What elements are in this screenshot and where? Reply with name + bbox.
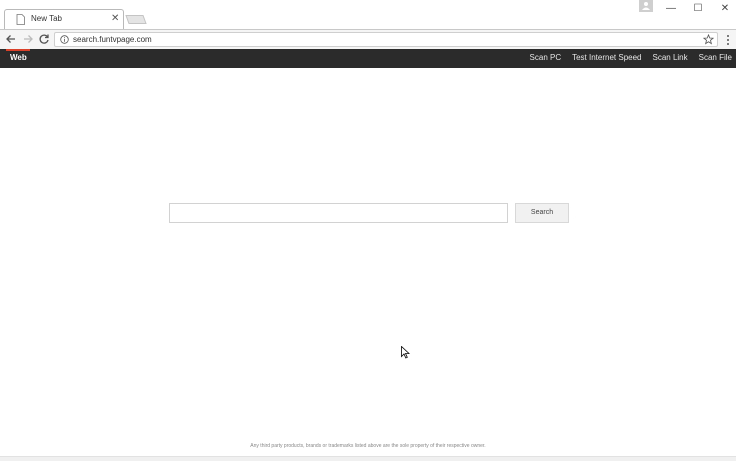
url-text[interactable]: search.funtvpage.com <box>73 35 152 44</box>
nav-link-scan-link[interactable]: Scan Link <box>653 53 688 62</box>
nav-link-scan-pc[interactable]: Scan PC <box>530 53 562 62</box>
nav-link-scan-file[interactable]: Scan File <box>699 53 732 62</box>
footer-disclaimer: Any third party products, brands or trad… <box>250 443 486 449</box>
back-icon[interactable] <box>4 32 18 46</box>
minimize-icon[interactable]: — <box>661 2 681 16</box>
star-icon[interactable] <box>703 34 714 45</box>
info-icon[interactable] <box>60 35 69 44</box>
menu-icon[interactable] <box>724 33 732 47</box>
page-icon <box>16 14 25 25</box>
title-bar: New Tab ✕ — ☐ ✕ <box>0 0 736 29</box>
browser-tab[interactable]: New Tab ✕ <box>4 9 124 29</box>
forward-icon[interactable] <box>21 32 35 46</box>
web-tab-label[interactable]: Web <box>10 53 27 62</box>
tab-title: New Tab <box>31 14 62 23</box>
address-bar[interactable]: search.funtvpage.com <box>54 32 718 47</box>
browser-toolbar: search.funtvpage.com <box>0 29 736 49</box>
close-icon[interactable]: ✕ <box>111 12 119 26</box>
search-input[interactable] <box>169 203 508 223</box>
profile-icon[interactable] <box>639 0 653 12</box>
maximize-icon[interactable]: ☐ <box>688 2 708 16</box>
site-nav-bar: Web Scan PC Test Internet Speed Scan Lin… <box>0 49 736 68</box>
new-tab-button[interactable] <box>125 15 147 24</box>
cursor-icon <box>401 346 410 359</box>
bottom-bar <box>0 456 736 461</box>
nav-links: Scan PC Test Internet Speed Scan Link Sc… <box>530 53 732 62</box>
window-close-icon[interactable]: ✕ <box>715 2 735 16</box>
nav-link-test-internet-speed[interactable]: Test Internet Speed <box>572 53 641 62</box>
reload-icon[interactable] <box>37 32 51 46</box>
search-button[interactable]: Search <box>515 203 569 223</box>
